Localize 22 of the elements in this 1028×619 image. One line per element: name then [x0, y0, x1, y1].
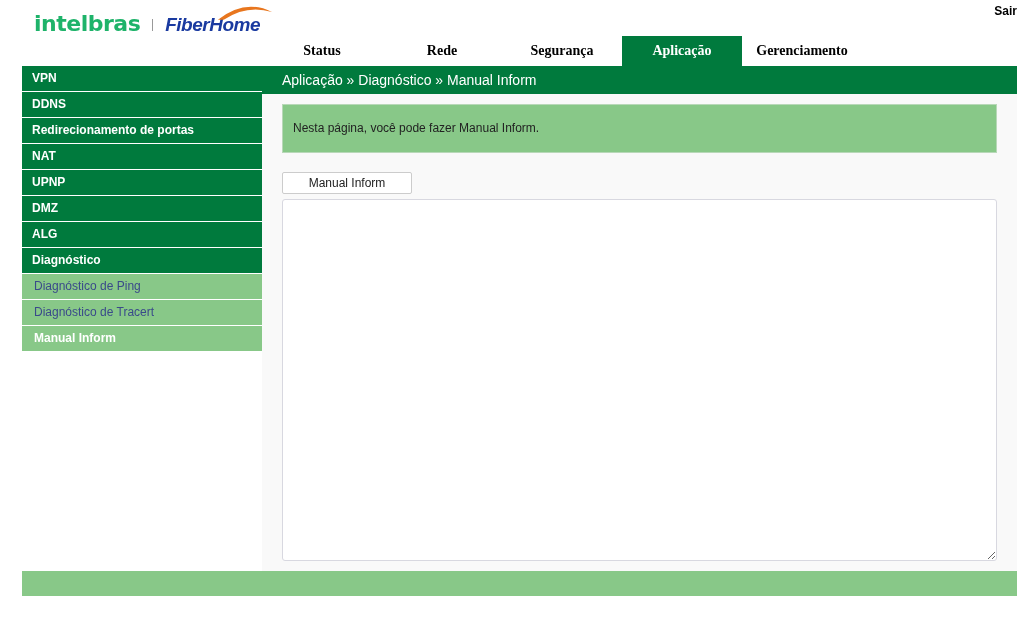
- nav-tab[interactable]: Aplicação: [622, 36, 742, 66]
- sidebar-item[interactable]: UPNP: [22, 170, 262, 196]
- nav-tab[interactable]: Gerenciamento: [742, 36, 862, 66]
- sidebar-item[interactable]: NAT: [22, 144, 262, 170]
- sidebar-item[interactable]: Diagnóstico: [22, 248, 262, 274]
- partner-logo: FiberHome: [165, 14, 260, 36]
- logout-link[interactable]: Sair: [994, 0, 1017, 36]
- breadcrumb: Aplicação » Diagnóstico » Manual Inform: [262, 66, 1017, 94]
- sidebar-item[interactable]: DMZ: [22, 196, 262, 222]
- nav-tab[interactable]: Rede: [382, 36, 502, 66]
- sidebar-subitem[interactable]: Diagnóstico de Tracert: [22, 300, 262, 326]
- sidebar-item[interactable]: ALG: [22, 222, 262, 248]
- sidebar-subitem[interactable]: Diagnóstico de Ping: [22, 274, 262, 300]
- nav-tab[interactable]: Status: [262, 36, 382, 66]
- sidebar-item[interactable]: Redirecionamento de portas: [22, 118, 262, 144]
- nav-tab[interactable]: Segurança: [502, 36, 622, 66]
- brand-logo: intelbras: [34, 12, 141, 36]
- output-textarea[interactable]: [282, 199, 997, 561]
- manual-inform-button[interactable]: Manual Inform: [282, 172, 412, 194]
- sidebar-item[interactable]: VPN: [22, 66, 262, 92]
- sidebar-item[interactable]: DDNS: [22, 92, 262, 118]
- info-message: Nesta página, você pode fazer Manual Inform.: [282, 104, 997, 153]
